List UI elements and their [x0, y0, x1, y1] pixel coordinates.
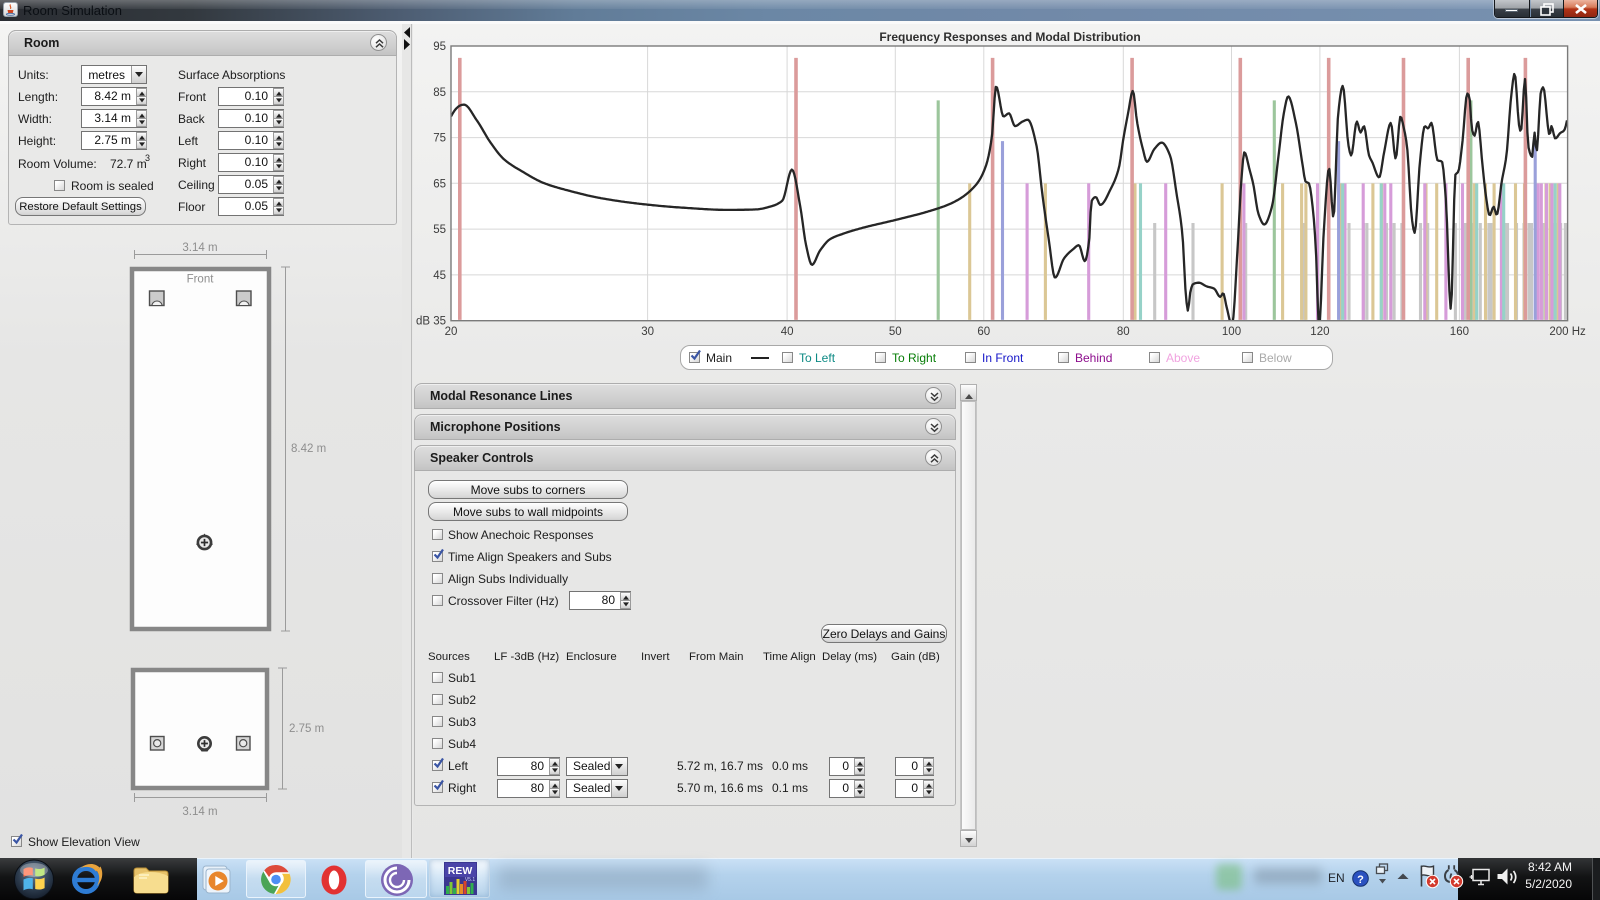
svg-text:160: 160	[1450, 326, 1469, 338]
svg-text:45: 45	[433, 270, 446, 282]
svg-text:50: 50	[889, 326, 902, 338]
svg-text:80: 80	[1117, 326, 1130, 338]
svg-text:55: 55	[433, 224, 446, 236]
svg-text:2.75 m: 2.75 m	[289, 723, 324, 735]
svg-text:75: 75	[433, 133, 446, 145]
svg-text:dB 35: dB 35	[416, 316, 446, 328]
svg-text:85: 85	[433, 87, 446, 99]
svg-text:Frequency Responses and Modal: Frequency Responses and Modal Distributi…	[879, 30, 1140, 44]
svg-text:200 Hz: 200 Hz	[1549, 326, 1586, 338]
svg-text:65: 65	[433, 178, 446, 190]
svg-text:REW: REW	[448, 865, 473, 877]
svg-text:30: 30	[641, 326, 654, 338]
svg-text:3.14 m: 3.14 m	[182, 242, 217, 254]
svg-text:60: 60	[977, 326, 990, 338]
svg-text:120: 120	[1310, 326, 1329, 338]
svg-text:40: 40	[781, 326, 794, 338]
svg-text:95: 95	[433, 41, 446, 53]
svg-text:Front: Front	[187, 274, 215, 286]
svg-text:?: ?	[1357, 874, 1364, 886]
svg-text:20: 20	[445, 326, 458, 338]
svg-text:8.42 m: 8.42 m	[291, 443, 326, 455]
svg-text:100: 100	[1222, 326, 1241, 338]
svg-text:3.14 m: 3.14 m	[182, 806, 217, 818]
